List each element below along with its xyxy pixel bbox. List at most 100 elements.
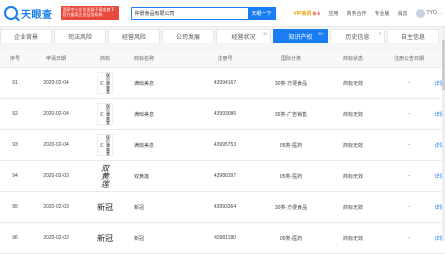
top-bar: 天眼查 国家中小企业发展子基金旗下 官方备案企业征信机构 天眼一下 VIP会员年… — [0, 0, 445, 27]
row-index: 95 — [12, 204, 18, 210]
row-class: 35类-广告销售 — [274, 111, 308, 118]
user-menu[interactable]: TYO... — [415, 8, 441, 18]
tab-intellectual-property[interactable]: 知识产权 99+ — [273, 29, 328, 43]
row-date: 2020-02-04 — [43, 111, 69, 117]
tab-company-background[interactable]: 企业背景 — [0, 29, 52, 43]
col-reg-no: 注册号 — [217, 56, 233, 62]
row-pub: - — [408, 142, 410, 148]
tab-legal-risk[interactable]: 司法风险 — [54, 29, 106, 43]
row-date: 2020-02-03 — [43, 235, 69, 241]
row-mark[interactable]: 新冠 — [82, 233, 128, 244]
table-row: 91 2020-02-04 保 尔 康 美 食 汇 满晾美息 43994167 … — [0, 68, 445, 99]
search-button[interactable]: 天眼一下 — [247, 6, 276, 20]
tab-label: 司法风险 — [67, 35, 92, 41]
tab-count: 9 — [379, 32, 381, 36]
tab-operating-status[interactable]: 经营状况 39 — [216, 29, 271, 43]
tab-company-development[interactable]: 公司发展 — [162, 29, 214, 43]
section-tabs: 企业背景 司法风险 经营风险 公司发展 经营状况 39 知识产权 99+ 历史信息 9… — [0, 27, 445, 43]
table-row: 95 2020-02-03 新冠 新冠 43993364 30类-方便食品 商标… — [0, 192, 445, 223]
tab-count: 39 — [263, 32, 267, 36]
tab-self-info[interactable]: 自主信息 — [387, 29, 439, 43]
row-pub: - — [408, 173, 410, 179]
table-row: 94 2020-02-03 双黄莲 双黄莲 43986397 05类-医药 商标… — [0, 161, 445, 192]
row-mark[interactable]: 保 尔 康 美 食 汇 — [82, 103, 128, 125]
row-reg: 43993364 — [213, 204, 237, 210]
row-reg: 43994167 — [213, 80, 237, 86]
tab-label: 公司发展 — [175, 35, 200, 41]
row-date: 2020-02-03 — [43, 173, 69, 179]
row-status: 商标无效 — [342, 235, 363, 242]
avatar — [415, 8, 425, 18]
logo[interactable]: 天眼查 — [4, 6, 53, 21]
col-class[interactable]: 国际分类 — [260, 55, 322, 62]
row-status: 商标无效 — [342, 111, 363, 118]
nav-apps[interactable]: 应用 — [328, 10, 338, 17]
row-date: 2020-02-04 — [43, 80, 69, 86]
header-nav: VIP会员年卡 应用 商务合作 专业版 消息 TYO... — [293, 8, 441, 18]
row-class: 05类-医药 — [279, 235, 303, 242]
row-status: 商标无效 — [342, 173, 363, 180]
table-row: 96 2020-02-03 新冠 新冠 43981180 05类-医药 商标无效… — [0, 223, 445, 254]
row-reg: 43993086 — [213, 111, 237, 117]
row-index: 94 — [12, 173, 18, 179]
logo-text: 天眼查 — [21, 9, 53, 21]
row-mark[interactable]: 双黄莲 — [82, 164, 128, 188]
row-name: 新冠 — [134, 204, 145, 211]
tab-history[interactable]: 历史信息 9 — [330, 29, 385, 43]
tab-label: 自主信息 — [400, 35, 425, 41]
row-index: 96 — [12, 235, 18, 241]
row-pub: - — [408, 235, 410, 241]
row-class: 30类-方便食品 — [274, 80, 308, 87]
col-pub-date: 注册公告日期 — [393, 56, 424, 62]
row-mark[interactable]: 保 尔 康 美 食 汇 — [82, 72, 128, 94]
table-header: 序号 申请日期 商标 商标名称 注册号 国际分类 商标状态 注册公告日期 — [0, 50, 445, 68]
trademark-image: 保 尔 康 美 食 汇 — [97, 134, 113, 156]
tab-label: 经营状况 — [231, 35, 256, 41]
tab-count: 99+ — [318, 32, 324, 36]
row-name: 满晾美息 — [134, 111, 155, 118]
row-reg: 43986397 — [213, 173, 237, 179]
row-pub: - — [408, 204, 410, 210]
promo-banner[interactable]: 国家中小企业发展子基金旗下 官方备案企业征信机构 — [60, 6, 119, 20]
row-class: 05类-医药 — [279, 173, 303, 180]
trademark-image: 新冠 — [97, 202, 113, 212]
row-name: 满晾美息 — [134, 80, 155, 87]
row-reg: 43995753 — [213, 142, 237, 148]
row-date: 2020-02-03 — [43, 204, 69, 210]
row-mark[interactable]: 保 尔 康 美 食 汇 — [82, 134, 128, 156]
row-pub: - — [408, 111, 410, 117]
row-name: 满晾美息 — [134, 142, 155, 149]
vip-link[interactable]: VIP会员年卡 — [293, 10, 320, 17]
table-row: 92 2020-02-04 保 尔 康 美 食 汇 满晾美息 43993086 … — [0, 99, 445, 130]
logo-eye-icon — [4, 6, 18, 20]
row-name: 双黄莲 — [134, 173, 150, 180]
nav-business[interactable]: 商务合作 — [347, 10, 367, 17]
tab-operating-risk[interactable]: 经营风险 — [108, 29, 160, 43]
nav-pro[interactable]: 专业版 — [375, 10, 390, 17]
trademark-image: 保 尔 康 美 食 汇 — [97, 72, 113, 94]
trademark-image: 新冠 — [97, 233, 113, 243]
search-input[interactable] — [131, 7, 248, 19]
search-box: 天眼一下 — [130, 6, 276, 20]
tab-label: 企业背景 — [13, 35, 38, 41]
trademark-image: 双黄莲 — [100, 164, 110, 188]
tab-label: 知识产权 — [288, 35, 313, 41]
promo-line-2: 官方备案企业征信机构 — [62, 12, 103, 17]
row-index: 91 — [12, 80, 18, 86]
row-mark[interactable]: 新冠 — [82, 202, 128, 213]
row-class: 30类-方便食品 — [274, 204, 308, 211]
trademark-image: 保 尔 康 美 食 汇 — [97, 103, 113, 125]
col-mark-name: 商标名称 — [134, 56, 155, 62]
vip-label: VIP会员 — [293, 10, 312, 17]
col-status[interactable]: 商标状态 — [322, 55, 384, 62]
user-name: TYO... — [426, 10, 441, 16]
col-apply-date[interactable]: 申请日期 — [30, 55, 82, 62]
row-index: 93 — [12, 142, 18, 148]
row-index: 92 — [12, 111, 18, 117]
table-row: 93 2020-02-04 保 尔 康 美 食 汇 满晾美息 43995753 … — [0, 130, 445, 161]
row-status: 商标无效 — [342, 142, 363, 149]
row-reg: 43981180 — [214, 235, 236, 241]
nav-messages[interactable]: 消息 — [398, 10, 408, 17]
trademark-table: 序号 申请日期 商标 商标名称 注册号 国际分类 商标状态 注册公告日期 91 … — [0, 50, 445, 254]
row-class: 05类-医药 — [279, 142, 303, 149]
